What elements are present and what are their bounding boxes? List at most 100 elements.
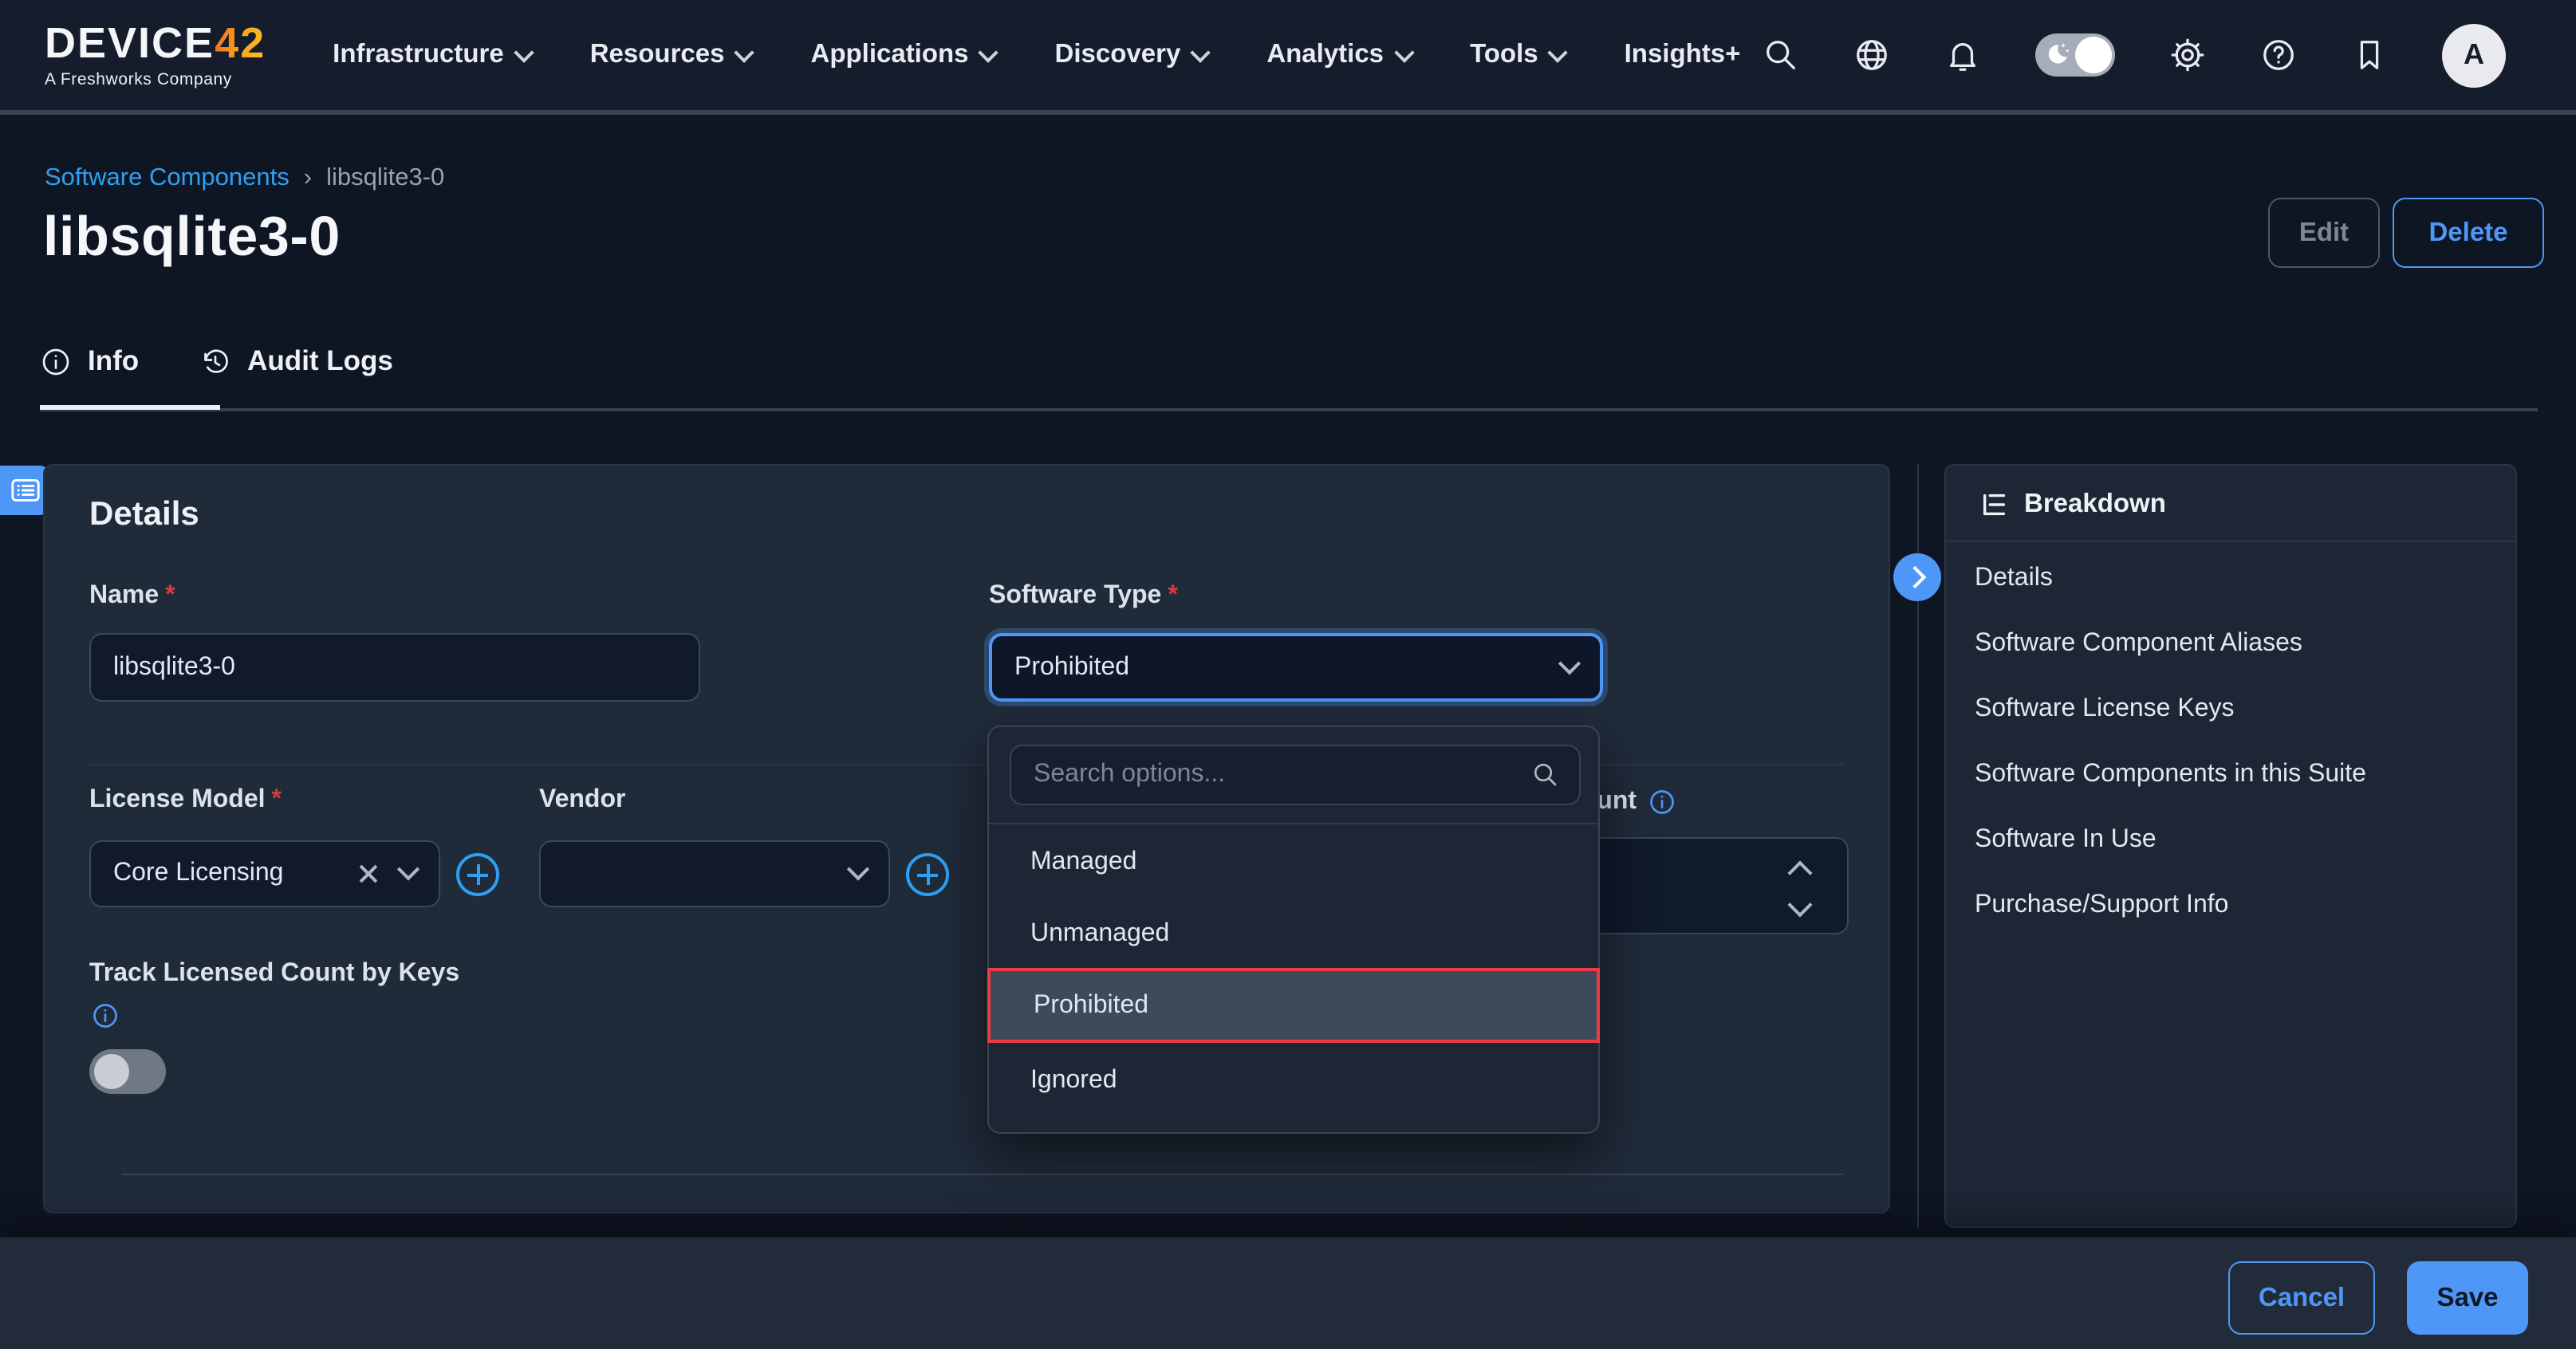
chevron-down-icon xyxy=(1393,42,1413,62)
track-keys-label: Track Licensed Count by Keys xyxy=(89,960,459,989)
nav-icon-group: A xyxy=(1763,23,2506,87)
option-label: Prohibited xyxy=(1034,991,1148,1020)
required-marker: * xyxy=(165,582,175,609)
nav-menu-label: Infrastructure xyxy=(333,40,504,70)
chevron-down-icon xyxy=(735,42,754,62)
delete-button[interactable]: Delete xyxy=(2393,198,2544,268)
nav-menu-label: Discovery xyxy=(1055,40,1181,70)
breakdown-item-suite[interactable]: Software Components in this Suite xyxy=(1975,761,2366,789)
nav-menu-label: Resources xyxy=(590,40,725,70)
list-icon xyxy=(10,478,39,502)
info-icon[interactable] xyxy=(1648,788,1676,816)
logo[interactable]: DEVICE42 A Freshworks Company xyxy=(45,22,266,88)
app-root: DEVICE42 A Freshworks Company Infrastruc… xyxy=(0,0,2576,1349)
nav-menu-infrastructure[interactable]: Infrastructure xyxy=(333,40,531,70)
name-field[interactable]: libsqlite3-0 xyxy=(89,633,700,702)
info-icon xyxy=(40,345,72,377)
nav-menu-discovery[interactable]: Discovery xyxy=(1055,40,1208,70)
breakdown-item-license-keys[interactable]: Software License Keys xyxy=(1975,695,2235,724)
bell-icon[interactable] xyxy=(1944,37,1981,73)
chevron-down-icon xyxy=(514,42,534,62)
option-label: Ignored xyxy=(1030,1066,1117,1095)
breadcrumb-current: libsqlite3-0 xyxy=(326,164,444,193)
nav-menu-insights[interactable]: Insights+ xyxy=(1625,40,1741,70)
nav-menu-applications[interactable]: Applications xyxy=(811,40,996,70)
breadcrumb-separator: › xyxy=(304,164,312,193)
page-title: libsqlite3-0 xyxy=(43,206,341,269)
collapse-panel-button[interactable] xyxy=(1893,553,1941,601)
vendor-label: Vendor xyxy=(539,786,625,815)
vendor-select[interactable] xyxy=(539,840,890,907)
breadcrumb: Software Components › libsqlite3-0 xyxy=(45,164,444,193)
dropdown-search-input[interactable] xyxy=(1030,759,1531,791)
bookmark-icon[interactable] xyxy=(2351,37,2388,73)
gear-icon[interactable] xyxy=(2169,37,2206,73)
nav-menus: Infrastructure Resources Applications Di… xyxy=(333,40,1740,70)
nav-menu-label: Insights+ xyxy=(1625,40,1741,70)
chevron-down-icon xyxy=(1191,42,1211,62)
dropdown-option-managed[interactable]: Managed xyxy=(991,826,1597,898)
toggle-knob xyxy=(2075,37,2112,73)
theme-toggle[interactable] xyxy=(2035,33,2115,77)
add-license-model-button[interactable] xyxy=(456,853,499,896)
chevron-down-icon xyxy=(979,42,998,62)
edit-button[interactable]: Edit xyxy=(2268,198,2380,268)
dropdown-option-unmanaged[interactable]: Unmanaged xyxy=(991,898,1597,969)
chevron-down-icon xyxy=(1548,42,1568,62)
tab-audit-logs[interactable]: Audit Logs xyxy=(199,344,393,378)
chevron-down-icon xyxy=(847,858,869,880)
breakdown-item-purchase-support[interactable]: Purchase/Support Info xyxy=(1975,891,2228,920)
breadcrumb-parent-link[interactable]: Software Components xyxy=(45,164,290,193)
software-type-value: Prohibited xyxy=(1014,653,1129,682)
logo-accent: 42 xyxy=(215,19,266,67)
breakdown-header: Breakdown xyxy=(1979,490,2166,520)
details-card: Details Name* libsqlite3-0 Software Type… xyxy=(43,464,1890,1213)
info-icon[interactable] xyxy=(91,1001,120,1030)
name-value: libsqlite3-0 xyxy=(113,653,235,682)
help-icon[interactable] xyxy=(2260,37,2297,73)
logo-tagline: A Freshworks Company xyxy=(45,72,266,88)
cancel-button[interactable]: Cancel xyxy=(2228,1261,2375,1335)
dropdown-option-prohibited[interactable]: Prohibited xyxy=(987,968,1600,1043)
search-icon[interactable] xyxy=(1763,37,1799,73)
add-vendor-button[interactable] xyxy=(906,853,949,896)
avatar[interactable]: A xyxy=(2442,23,2506,87)
license-model-select[interactable]: Core Licensing xyxy=(89,840,440,907)
option-label: Managed xyxy=(1030,848,1136,876)
software-type-select[interactable]: Prohibited xyxy=(989,633,1603,702)
software-type-label: Software Type* xyxy=(989,582,1178,611)
logo-wordmark: DEVICE42 xyxy=(45,22,266,65)
nav-menu-label: Applications xyxy=(811,40,969,70)
license-model-label: License Model* xyxy=(89,786,282,815)
dropdown-option-ignored[interactable]: Ignored xyxy=(991,1044,1597,1116)
software-type-dropdown: Managed Unmanaged Prohibited Ignored xyxy=(987,726,1600,1134)
save-button[interactable]: Save xyxy=(2407,1261,2528,1335)
tab-label: Audit Logs xyxy=(247,344,393,378)
tab-info[interactable]: Info xyxy=(40,344,139,378)
nav-menu-analytics[interactable]: Analytics xyxy=(1266,40,1411,70)
nav-menu-tools[interactable]: Tools xyxy=(1470,40,1566,70)
track-keys-toggle[interactable] xyxy=(89,1049,166,1094)
required-marker: * xyxy=(272,786,282,813)
breakdown-item-aliases[interactable]: Software Component Aliases xyxy=(1975,630,2302,659)
chevron-right-icon xyxy=(1904,566,1926,588)
breakdown-item-details[interactable]: Details xyxy=(1975,564,2053,593)
required-marker: * xyxy=(1168,582,1177,609)
nav-menu-resources[interactable]: Resources xyxy=(590,40,752,70)
search-icon xyxy=(1531,761,1560,789)
breakdown-item-in-use[interactable]: Software In Use xyxy=(1975,826,2157,855)
card-bottom-divider xyxy=(121,1174,1844,1175)
tree-list-icon xyxy=(1979,490,2010,520)
breakdown-panel: Breakdown Details Software Component Ali… xyxy=(1944,464,2517,1228)
form-sections-tab[interactable] xyxy=(0,466,49,515)
details-heading: Details xyxy=(89,496,199,534)
spinner-up-icon[interactable] xyxy=(1787,860,1812,885)
dropdown-search[interactable] xyxy=(1010,745,1581,805)
dropdown-divider xyxy=(989,823,1598,824)
clear-icon[interactable] xyxy=(359,864,378,883)
toggle-knob xyxy=(94,1054,129,1089)
chevron-down-icon xyxy=(397,858,419,880)
spinner-down-icon[interactable] xyxy=(1787,892,1812,917)
active-tab-underline xyxy=(40,405,220,410)
globe-icon[interactable] xyxy=(1853,37,1890,73)
